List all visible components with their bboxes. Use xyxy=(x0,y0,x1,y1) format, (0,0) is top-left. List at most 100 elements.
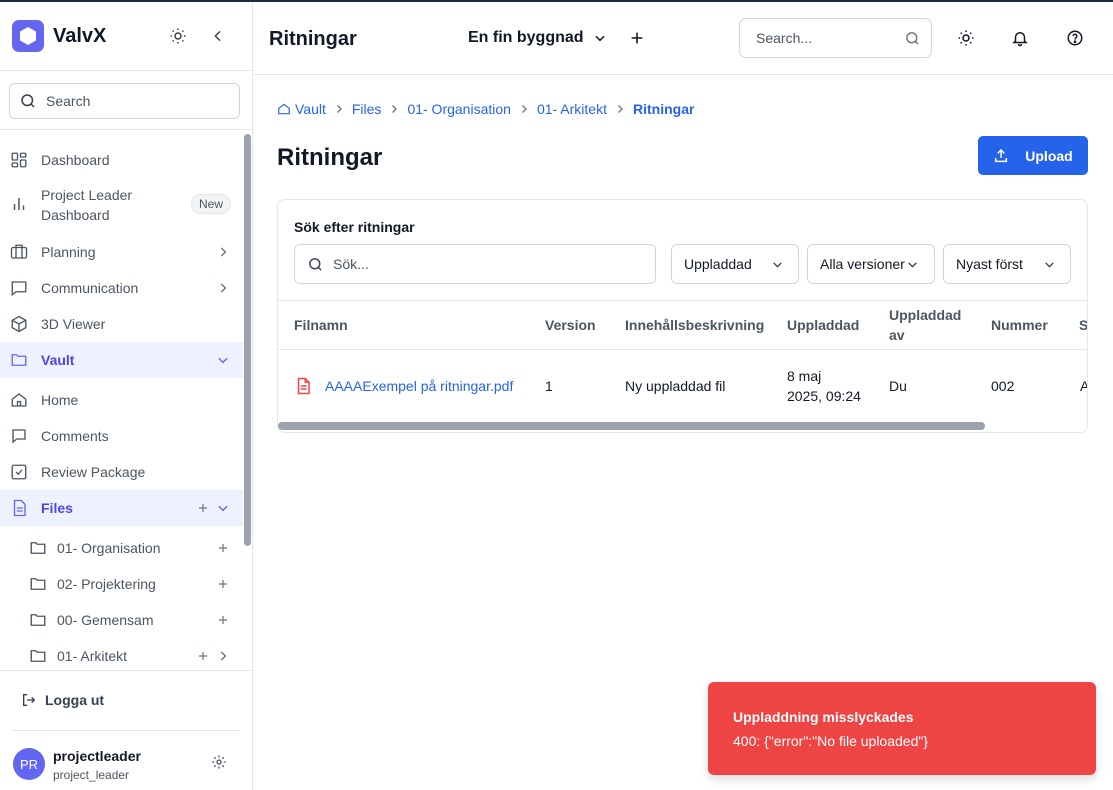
error-toast[interactable]: Uppladdning misslyckades 400: {"error":"… xyxy=(708,682,1096,775)
sidebar-nav: Dashboard Project Leader Dashboard New P… xyxy=(0,132,243,670)
dashboard-icon xyxy=(9,150,29,170)
sidebar-item-review-package[interactable]: Review Package xyxy=(0,454,243,490)
sidebar-item-dashboard[interactable]: Dashboard xyxy=(0,142,243,178)
sidebar-item-label: 3D Viewer xyxy=(41,316,106,332)
divider xyxy=(0,129,253,130)
uploaded-filter-select[interactable]: Uppladdad xyxy=(671,244,799,284)
search-placeholder: Sök... xyxy=(333,256,369,272)
comment-icon xyxy=(9,426,29,446)
page-title: Ritningar xyxy=(277,144,383,171)
sidebar-item-comments[interactable]: Comments xyxy=(0,418,243,454)
upload-label: Upload xyxy=(1025,147,1073,164)
sidebar-scrollbar[interactable] xyxy=(244,134,251,546)
chevron-right-icon xyxy=(333,103,345,115)
theme-toggle-icon[interactable] xyxy=(168,26,188,46)
bell-icon[interactable] xyxy=(1011,29,1029,47)
sidebar-item-label: Project Leader Dashboard xyxy=(41,185,132,225)
sun-icon[interactable] xyxy=(957,29,975,47)
folder-item-projektering[interactable]: 02- Projektering xyxy=(0,566,243,602)
search-placeholder: Search... xyxy=(756,30,813,46)
divider xyxy=(0,670,253,671)
folder-item-gemensam[interactable]: 00- Gemensam xyxy=(0,602,243,638)
sidebar-item-communication[interactable]: Communication xyxy=(0,270,243,306)
chevron-down-icon xyxy=(771,258,784,271)
add-subfolder-icon[interactable] xyxy=(216,541,230,555)
folder-item-organisation[interactable]: 01- Organisation xyxy=(0,530,243,566)
folder-icon xyxy=(28,610,48,630)
sidebar-item-label: Vault xyxy=(41,352,75,368)
upload-button[interactable]: Upload xyxy=(978,136,1088,175)
table-border xyxy=(278,300,1087,301)
label-line: Project Leader xyxy=(41,187,133,203)
checkbox-icon xyxy=(9,462,29,482)
avatar[interactable]: PR xyxy=(13,748,45,780)
column-header[interactable]: Uppladdad av xyxy=(889,305,961,345)
folder-item-arkitekt[interactable]: 01- Arkitekt xyxy=(0,638,243,670)
label-line: Dashboard xyxy=(41,207,110,223)
project-selector[interactable]: En fin byggnad xyxy=(468,29,607,47)
add-subfolder-icon[interactable] xyxy=(216,613,230,627)
breadcrumb-arkitekt[interactable]: 01- Arkitekt xyxy=(537,101,607,117)
home-icon xyxy=(9,390,29,410)
folder-label: 01- Organisation xyxy=(57,540,161,556)
column-header[interactable]: Nummer xyxy=(991,315,1048,335)
global-search-input[interactable]: Search... xyxy=(739,18,932,58)
version-filter-select[interactable]: Alla versioner xyxy=(807,244,935,284)
sidebar-item-label: Planning xyxy=(41,244,96,260)
header-line: av xyxy=(889,327,905,343)
home-icon xyxy=(277,102,291,116)
cell-uploaded-by: Du xyxy=(889,378,907,394)
sidebar-item-files[interactable]: Files xyxy=(0,490,243,526)
chevron-right-icon[interactable] xyxy=(216,245,230,259)
help-icon[interactable] xyxy=(1066,29,1084,47)
divider xyxy=(12,730,240,731)
chevron-down-icon[interactable] xyxy=(216,501,230,515)
breadcrumb-vault[interactable]: Vault xyxy=(277,101,326,117)
sidebar-item-home[interactable]: Home xyxy=(0,382,243,418)
add-subfolder-icon[interactable] xyxy=(216,577,230,591)
date-line: 2025, 09:24 xyxy=(787,388,861,404)
column-header[interactable]: Version xyxy=(545,315,596,335)
chevron-down-icon xyxy=(1043,258,1056,271)
add-folder-icon[interactable] xyxy=(196,501,210,515)
column-header[interactable]: Innehållsbeskrivning xyxy=(625,315,764,335)
column-header[interactable]: S xyxy=(1079,315,1087,335)
table-horizontal-scrollbar[interactable] xyxy=(278,422,985,430)
drawings-search-input[interactable]: Sök... xyxy=(294,244,656,284)
page-header-title: Ritningar xyxy=(269,28,357,50)
logout-button[interactable]: Logga ut xyxy=(21,692,104,708)
file-link[interactable]: AAAAExempel på ritningar.pdf xyxy=(294,376,513,396)
sort-select[interactable]: Nyast först xyxy=(943,244,1071,284)
folder-icon xyxy=(9,350,29,370)
column-header[interactable]: Filnamn xyxy=(294,315,348,335)
sidebar-item-vault[interactable]: Vault xyxy=(0,342,243,378)
logo-icon[interactable] xyxy=(12,20,44,52)
logout-label: Logga ut xyxy=(45,692,105,708)
sidebar-item-label: Dashboard xyxy=(41,152,110,168)
chevron-down-icon[interactable] xyxy=(216,353,230,367)
add-subfolder-icon[interactable] xyxy=(196,649,210,663)
brand-name: ValvX xyxy=(53,24,107,47)
upload-icon xyxy=(993,148,1009,164)
bar-chart-icon xyxy=(9,194,29,214)
sidebar-item-3d-viewer[interactable]: 3D Viewer xyxy=(0,306,243,342)
project-name: En fin byggnad xyxy=(468,29,584,46)
breadcrumb-organisation[interactable]: 01- Organisation xyxy=(407,101,511,117)
sidebar-item-planning[interactable]: Planning xyxy=(0,234,243,270)
breadcrumb-current: Ritningar xyxy=(632,101,695,117)
breadcrumb-files[interactable]: Files xyxy=(352,101,382,117)
sidebar-search-placeholder: Search xyxy=(46,93,91,109)
sidebar-item-label: Home xyxy=(41,392,79,408)
sidebar-item-label: Review Package xyxy=(41,464,146,480)
chevron-right-icon[interactable] xyxy=(216,281,230,295)
sidebar-item-project-leader-dashboard[interactable]: Project Leader Dashboard New xyxy=(0,182,243,226)
add-project-icon[interactable] xyxy=(629,30,645,46)
sidebar-search-input[interactable]: Search xyxy=(9,83,240,119)
collapse-sidebar-icon[interactable] xyxy=(208,26,228,46)
sidebar: ValvX Search Dashboard Project Leader Da… xyxy=(0,2,253,790)
file-name: AAAAExempel på ritningar.pdf xyxy=(325,378,514,394)
folder-label: 02- Projektering xyxy=(57,576,156,592)
column-header[interactable]: Uppladdad xyxy=(787,315,859,335)
gear-icon[interactable] xyxy=(211,754,227,775)
chevron-right-icon[interactable] xyxy=(216,649,230,663)
